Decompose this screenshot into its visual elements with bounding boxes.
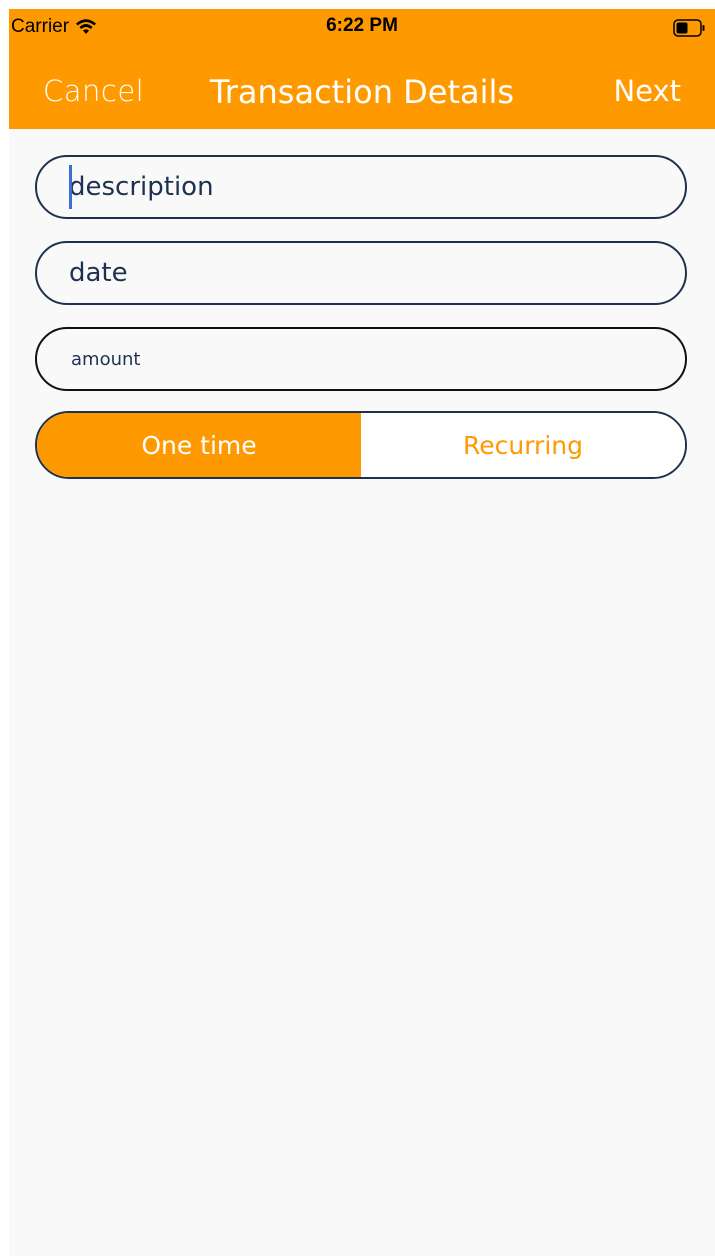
description-placeholder: description [69,172,214,202]
status-time: 6:22 PM [326,15,398,36]
navigation-bar: Cancel Transaction Details Next [9,47,715,129]
date-placeholder: date [69,258,128,288]
frequency-segmented-control: One time Recurring [35,411,687,479]
status-bar: Carrier 6:22 PM [9,9,715,47]
page-title: Transaction Details [209,73,515,111]
next-button[interactable]: Next [613,74,681,108]
app-screen: Carrier 6:22 PM Cancel Transaction Detai… [9,9,715,1256]
amount-placeholder: amount [71,348,141,370]
amount-field[interactable]: amount [35,327,687,391]
description-field[interactable]: description [35,155,687,219]
date-field[interactable]: date [35,241,687,305]
one-time-segment[interactable]: One time [37,413,361,477]
recurring-segment[interactable]: Recurring [361,413,685,477]
text-cursor [69,165,72,209]
battery-icon [673,19,705,37]
